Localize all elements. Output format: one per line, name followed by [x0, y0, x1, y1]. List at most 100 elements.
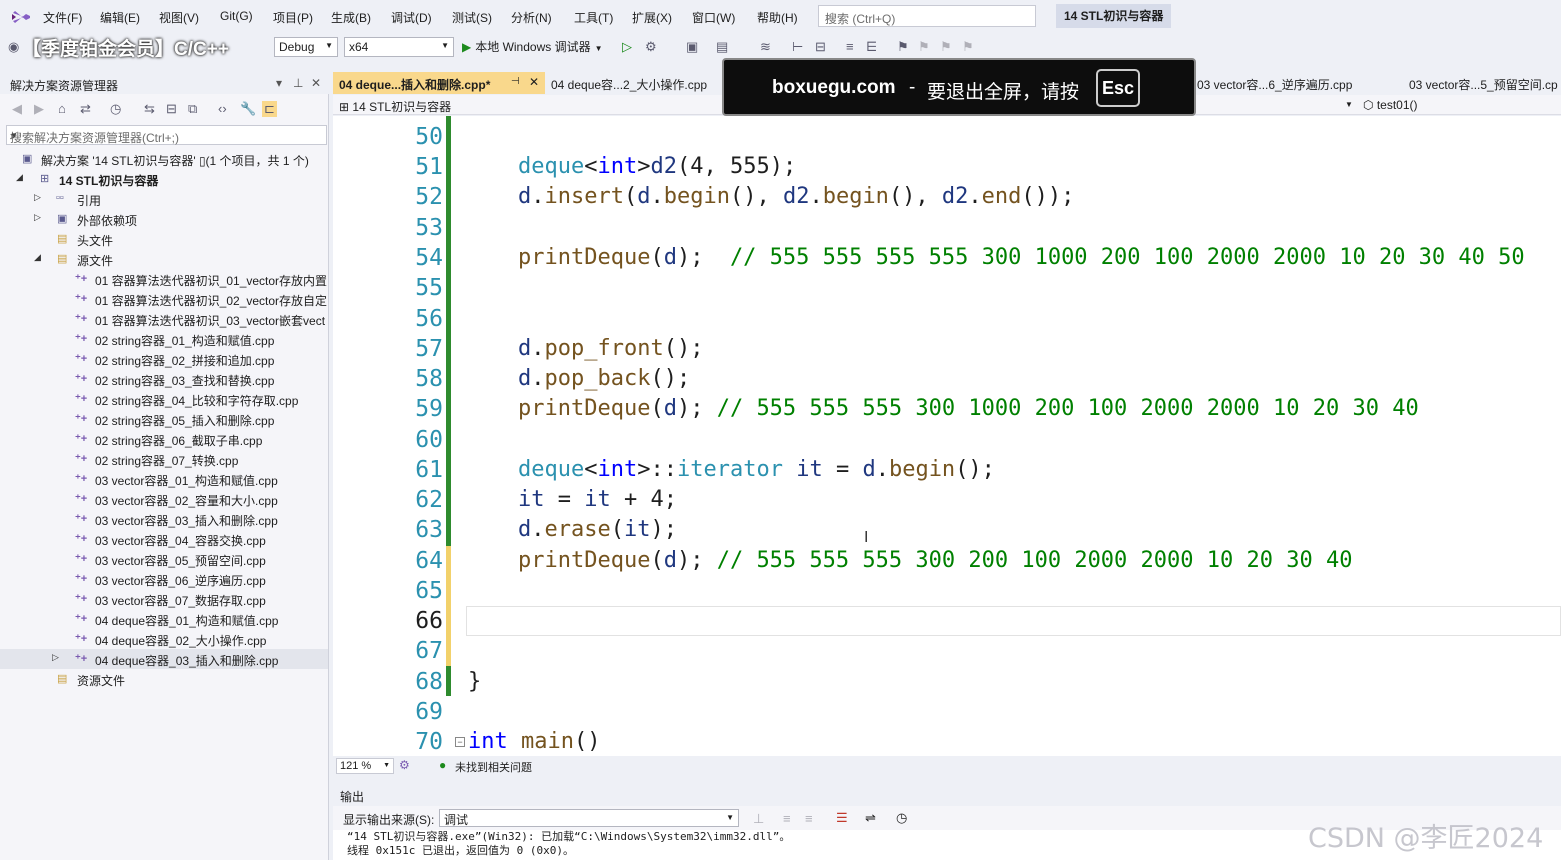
- folder-icon[interactable]: ▣: [686, 39, 698, 55]
- tree-file[interactable]: ⁺+ 03 vector容器_06_逆序遍历.cpp: [0, 569, 328, 589]
- back-icon[interactable]: ◉: [8, 39, 19, 55]
- menu-edit[interactable]: 编辑(E): [100, 9, 140, 26]
- tree-header-files[interactable]: ▤ 头文件: [0, 229, 328, 249]
- step-over-icon[interactable]: ⊟: [815, 39, 826, 55]
- tree-file[interactable]: ⁺+ 02 string容器_03_查找和替换.cpp: [0, 369, 328, 389]
- code-icon[interactable]: ‹›: [218, 101, 227, 116]
- tree-file[interactable]: ⁺+ 02 string容器_07_转换.cpp: [0, 449, 328, 469]
- tab-active[interactable]: 04 deque...插入和删除.cpp* ⊣ ✕: [333, 72, 545, 94]
- format-icon[interactable]: ≋: [760, 39, 771, 55]
- show-all-files-icon[interactable]: ⧉: [188, 101, 197, 117]
- tree-file[interactable]: ⁺+ 03 vector容器_03_插入和删除.cpp: [0, 509, 328, 529]
- word-wrap-icon[interactable]: ⇌: [865, 810, 876, 826]
- collapse-all-icon[interactable]: ⊟: [166, 101, 177, 117]
- collapsed-arrow-icon[interactable]: ▷: [34, 212, 41, 223]
- tree-external-deps[interactable]: ▷ ▣ 外部依赖项: [0, 209, 328, 229]
- tree-file[interactable]: ⁺+ 04 deque容器_02_大小操作.cpp: [0, 629, 328, 649]
- dropdown-icon[interactable]: ▾: [276, 76, 282, 90]
- tree-file[interactable]: ⁺+ 03 vector容器_02_容量和大小.cpp: [0, 489, 328, 509]
- tree-file[interactable]: ⁺+ 02 string容器_05_插入和删除.cpp: [0, 409, 328, 429]
- menu-project[interactable]: 项目(P): [273, 9, 313, 26]
- tree-file[interactable]: ⁺+ 03 vector容器_07_数据存取.cpp: [0, 589, 328, 609]
- menu-build[interactable]: 生成(B): [331, 9, 371, 26]
- find-icon[interactable]: ⊥: [753, 811, 764, 827]
- menu-tools[interactable]: 工具(T): [574, 9, 613, 26]
- bookmark-prev-icon[interactable]: ⚑: [918, 39, 930, 55]
- menu-test[interactable]: 测试(S): [452, 9, 492, 26]
- sync-icon[interactable]: ⇆: [144, 101, 155, 117]
- close-icon[interactable]: ✕: [529, 75, 539, 89]
- tree-file[interactable]: ⁺+ 01 容器算法迭代器初识_02_vector存放自定: [0, 289, 328, 309]
- cpp-file-icon: ⁺+: [75, 593, 88, 605]
- switch-views-icon[interactable]: ⇄: [80, 101, 91, 117]
- collapse-icon[interactable]: −: [455, 737, 465, 747]
- expanded-arrow-icon[interactable]: ◢: [16, 172, 23, 183]
- tree-file[interactable]: ⁺+ 02 string容器_02_拼接和追加.cpp: [0, 349, 328, 369]
- comment-icon[interactable]: ⋿: [866, 39, 877, 55]
- step-icon[interactable]: ⊢: [792, 39, 803, 55]
- start-debug-button[interactable]: ▶ 本地 Windows 调试器 ▼: [462, 38, 603, 55]
- tree-resource-files[interactable]: ▤ 资源文件: [0, 669, 328, 689]
- pin-icon[interactable]: ⊣: [511, 76, 520, 87]
- code-health-icon[interactable]: ⚙: [399, 758, 410, 772]
- tree-project[interactable]: ◢ ⊞ 14 STL初识与容器: [0, 169, 328, 189]
- tab[interactable]: 03 vector容...6_逆序遍历.cpp: [1191, 72, 1358, 94]
- nav-project-dropdown[interactable]: ⊞ 14 STL初识与容器: [339, 98, 451, 115]
- menu-file[interactable]: 文件(F): [43, 9, 82, 26]
- collapsed-arrow-icon[interactable]: ▷: [34, 192, 41, 203]
- code-editor[interactable]: 50 51 52 53 54 55 56 57 58 59 60 61 62 6…: [333, 116, 1561, 756]
- tree-file[interactable]: ⁺+ 03 vector容器_05_预留空间.cpp: [0, 549, 328, 569]
- issues-status[interactable]: 未找到相关问题: [455, 759, 532, 775]
- expanded-arrow-icon[interactable]: ◢: [34, 252, 41, 263]
- chevron-down-icon[interactable]: ▼: [1345, 100, 1353, 109]
- clear-all-icon[interactable]: ☰: [836, 810, 848, 826]
- forward-icon[interactable]: ▶: [34, 101, 44, 117]
- bookmark-clear-icon[interactable]: ⚑: [962, 39, 974, 55]
- menu-extensions[interactable]: 扩展(X): [632, 9, 672, 26]
- menu-git[interactable]: Git(G): [220, 9, 253, 23]
- tab[interactable]: 03 vector容...5_预留空间.cp: [1403, 72, 1561, 94]
- tree-solution[interactable]: ▣ 解决方案 '14 STL初识与容器' ▯(1 个项目，共 1 个): [0, 149, 328, 169]
- menu-debug[interactable]: 调试(D): [391, 9, 432, 26]
- history-icon[interactable]: ◷: [110, 101, 121, 117]
- menu-help[interactable]: 帮助(H): [757, 9, 798, 26]
- menu-analyze[interactable]: 分析(N): [511, 9, 552, 26]
- tree-file[interactable]: ⁺+ 01 容器算法迭代器初识_01_vector存放内置: [0, 269, 328, 289]
- tree-file[interactable]: ⁺+ 03 vector容器_01_构造和赋值.cpp: [0, 469, 328, 489]
- nav-function-dropdown[interactable]: ⬡ test01(): [1363, 98, 1418, 112]
- solution-search-input[interactable]: 搜索解决方案资源管理器(Ctrl+;) ⌕ ▼: [6, 125, 327, 145]
- properties-icon[interactable]: 🔧: [240, 101, 256, 117]
- window-layout-icon[interactable]: ▤: [716, 39, 728, 55]
- clock-icon[interactable]: ◷: [896, 810, 907, 826]
- tree-source-files[interactable]: ◢ ▤ 源文件: [0, 249, 328, 269]
- tree-references[interactable]: ▷ ▫▫ 引用: [0, 189, 328, 209]
- next-message-icon[interactable]: ≡: [805, 811, 813, 826]
- output-source-select[interactable]: 调试 ▼: [439, 809, 739, 827]
- hot-reload-icon[interactable]: ⚙: [645, 39, 657, 55]
- config-select[interactable]: Debug ▼: [274, 37, 338, 57]
- tree-file[interactable]: ⁺+ 02 string容器_04_比较和字符存取.cpp: [0, 389, 328, 409]
- collapsed-arrow-icon[interactable]: ▷: [52, 652, 59, 663]
- run-without-debug-icon[interactable]: ▷: [622, 39, 632, 55]
- close-icon[interactable]: ✕: [311, 76, 321, 90]
- pin-icon[interactable]: ⊥: [293, 76, 303, 90]
- tree-file[interactable]: ⁺+ 02 string容器_01_构造和赋值.cpp: [0, 329, 328, 349]
- tree-file[interactable]: ⁺+ 03 vector容器_04_容器交换.cpp: [0, 529, 328, 549]
- back-icon[interactable]: ◀: [12, 101, 22, 117]
- bookmark-icon[interactable]: ⚑: [897, 39, 909, 55]
- preview-icon[interactable]: ⊏: [262, 101, 277, 117]
- indent-icon[interactable]: ≡: [846, 39, 854, 54]
- tree-file[interactable]: ⁺+ 01 容器算法迭代器初识_03_vector嵌套vect: [0, 309, 328, 329]
- menu-view[interactable]: 视图(V): [159, 9, 199, 26]
- tree-file[interactable]: ⁺+ 04 deque容器_01_构造和赋值.cpp: [0, 609, 328, 629]
- bookmark-next-icon[interactable]: ⚑: [940, 39, 952, 55]
- prev-message-icon[interactable]: ≡: [783, 811, 791, 826]
- zoom-select[interactable]: 121 % ▼: [336, 758, 394, 774]
- menu-window[interactable]: 窗口(W): [692, 9, 735, 26]
- tree-file[interactable]: ⁺+ 02 string容器_06_截取子串.cpp: [0, 429, 328, 449]
- search-input[interactable]: 搜索 (Ctrl+Q) ⌕: [818, 5, 1036, 27]
- home-icon[interactable]: ⌂: [58, 101, 66, 116]
- tree-file-selected[interactable]: ▷ ⁺+ 04 deque容器_03_插入和删除.cpp: [0, 649, 328, 669]
- platform-select[interactable]: x64 ▼: [344, 37, 454, 57]
- tab[interactable]: 04 deque容...2_大小操作.cpp: [545, 72, 713, 94]
